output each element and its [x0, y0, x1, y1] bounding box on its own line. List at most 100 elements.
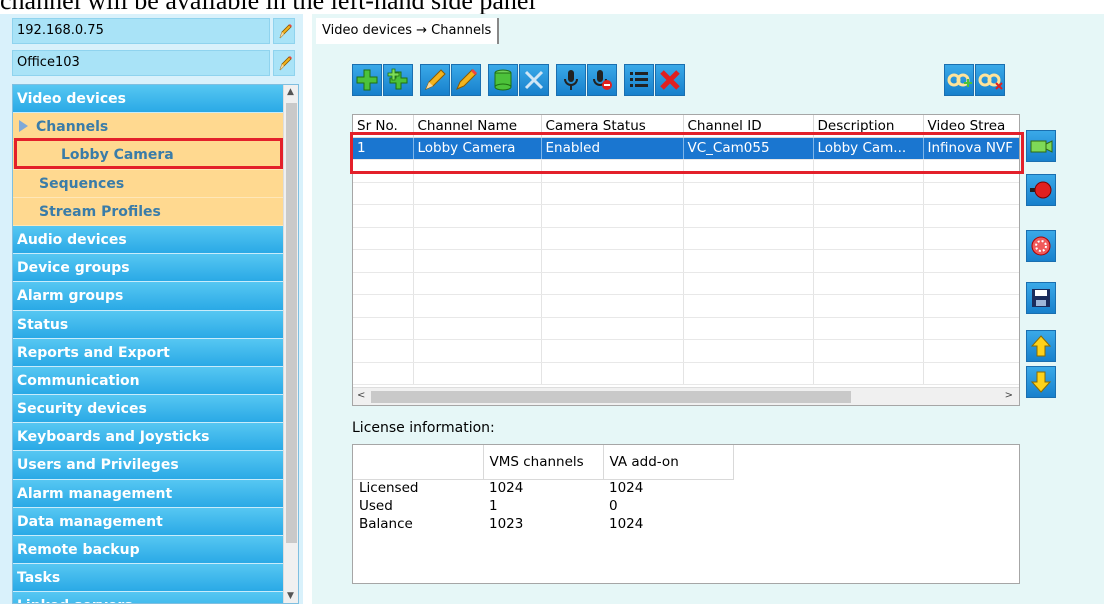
- add-button[interactable]: [352, 64, 382, 96]
- sidebar-item-linked-servers[interactable]: Linked servers: [13, 592, 284, 603]
- edit-multiple-icon: [456, 69, 477, 90]
- sidebar-item-data-management[interactable]: Data management: [13, 507, 284, 536]
- sidebar-item-users-and-privileges[interactable]: Users and Privileges: [13, 451, 284, 480]
- column-header[interactable]: Sr No.: [353, 115, 414, 138]
- table-cell[interactable]: VC_Cam055: [683, 137, 814, 160]
- table-cell[interactable]: Lobby Camera: [413, 137, 542, 160]
- sidebar-item-remote-backup[interactable]: Remote backup: [13, 536, 284, 565]
- breadcrumb-tab[interactable]: Video devices → Channels: [316, 18, 500, 44]
- server-ip-field[interactable]: 192.168.0.75: [12, 18, 270, 44]
- sidebar-item-label: Device groups: [17, 260, 130, 277]
- stop-icon: [1031, 236, 1051, 256]
- column-header[interactable]: Video Strea: [923, 115, 1019, 138]
- expand-arrow-icon[interactable]: [19, 120, 28, 133]
- database-button[interactable]: [488, 64, 518, 96]
- link-add-button[interactable]: [944, 64, 974, 96]
- sidebar-item-sequences[interactable]: Sequences: [13, 169, 284, 198]
- column-header: VMS channels: [483, 445, 604, 480]
- scroll-up-icon[interactable]: ▲: [287, 87, 294, 97]
- column-header[interactable]: Channel ID: [683, 115, 814, 138]
- sidebar-item-label: Lobby Camera: [61, 147, 174, 164]
- sidebar-item-label: Channels: [36, 119, 109, 136]
- sidebar-item-label: Alarm groups: [17, 288, 124, 305]
- sidebar-item-communication[interactable]: Communication: [13, 366, 284, 396]
- column-header: [353, 445, 484, 480]
- stop-button[interactable]: [1026, 230, 1056, 262]
- link-remove-button[interactable]: [975, 64, 1005, 96]
- column-header: VA add-on: [603, 445, 734, 480]
- column-header[interactable]: Camera Status: [541, 115, 684, 138]
- table-cell[interactable]: 1: [353, 137, 414, 160]
- table-cell: 1023: [489, 516, 524, 532]
- table-row: Licensed 1024 1024: [353, 479, 733, 497]
- microphone-button[interactable]: [556, 64, 586, 96]
- sidebar-item-label: Data management: [17, 513, 163, 530]
- navigation-tree: Video devices Channels Lobby Camera Sequenc…: [12, 84, 299, 604]
- edit-button[interactable]: [420, 64, 450, 96]
- table-cell[interactable]: Infinova NVF: [923, 137, 1019, 160]
- link-remove-icon: [978, 73, 1003, 90]
- table-cell: 1024: [609, 480, 644, 497]
- column-header[interactable]: Channel Name: [413, 115, 542, 138]
- pencil-icon: [279, 56, 292, 71]
- edit-server-button[interactable]: [273, 18, 295, 44]
- save-button[interactable]: [1026, 282, 1056, 314]
- sidebar-item-label: Video devices: [17, 91, 126, 107]
- table-cell: 0: [609, 498, 618, 514]
- tree-list: Video devices Channels Lobby Camera Sequenc…: [13, 85, 284, 603]
- delete-button[interactable]: [655, 64, 685, 96]
- main-panel: Video devices → Channels Sr No. Channel …: [312, 14, 1104, 604]
- sidebar-item-channels[interactable]: Channels: [13, 113, 284, 142]
- sidebar-item-label: Security devices: [17, 401, 147, 418]
- sidebar-item-status[interactable]: Status: [13, 310, 284, 339]
- move-down-button[interactable]: [1026, 366, 1056, 398]
- sidebar-item-label: Tasks: [17, 570, 61, 587]
- pencil-icon: [279, 24, 292, 39]
- left-panel: 192.168.0.75 Office103 Video devices Chan…: [0, 14, 303, 604]
- empty-row: [353, 227, 1019, 250]
- sidebar-item-label: Audio devices: [17, 231, 127, 248]
- microphone-disabled-button[interactable]: [587, 64, 617, 96]
- tools-button[interactable]: [519, 64, 549, 96]
- camera-link-button[interactable]: [1026, 130, 1056, 162]
- record-button[interactable]: [1026, 174, 1056, 206]
- sidebar-item-keyboards-and-joysticks[interactable]: Keyboards and Joysticks: [13, 423, 284, 452]
- scroll-thumb[interactable]: [286, 103, 297, 543]
- edit-multiple-button[interactable]: [451, 64, 481, 96]
- sidebar-item-video-devices[interactable]: Video devices: [13, 85, 284, 114]
- empty-row: [353, 249, 1019, 273]
- column-header[interactable]: Description: [813, 115, 924, 138]
- add-multiple-button[interactable]: [383, 64, 413, 96]
- table-row: Used 1 0: [353, 497, 733, 515]
- tree-scrollbar[interactable]: ▲ ▼: [283, 85, 298, 603]
- sidebar-item-alarm-groups[interactable]: Alarm groups: [13, 282, 284, 311]
- sidebar-item-device-groups[interactable]: Device groups: [13, 254, 284, 283]
- edit-site-button[interactable]: [273, 50, 295, 76]
- site-name-field[interactable]: Office103: [12, 50, 270, 76]
- sidebar-item-security-devices[interactable]: Security devices: [13, 395, 284, 424]
- sidebar-item-alarm-management[interactable]: Alarm management: [13, 479, 284, 508]
- list-button[interactable]: [624, 64, 654, 96]
- sidebar-item-audio-devices[interactable]: Audio devices: [13, 225, 284, 255]
- arrow-down-icon: [1030, 371, 1052, 393]
- table-cell[interactable]: Enabled: [541, 137, 684, 160]
- sidebar-item-tasks[interactable]: Tasks: [13, 564, 284, 593]
- scroll-thumb[interactable]: [371, 391, 851, 403]
- scroll-left-icon[interactable]: <: [357, 390, 365, 401]
- sidebar-item-label: Sequences: [39, 175, 125, 192]
- sidebar-item-reports-and-export[interactable]: Reports and Export: [13, 338, 284, 367]
- empty-row: [353, 362, 1019, 385]
- row-label: Used: [359, 498, 393, 514]
- table-row[interactable]: 1 Lobby Camera Enabled VC_Cam055 Lobby C…: [353, 137, 1019, 160]
- horizontal-scrollbar[interactable]: < >: [353, 387, 1019, 405]
- sidebar-item-stream-profiles[interactable]: Stream Profiles: [13, 197, 284, 226]
- record-icon: [1030, 181, 1052, 199]
- table-cell[interactable]: Lobby Cam...: [813, 137, 924, 160]
- sidebar-item-label: Status: [17, 316, 69, 333]
- arrow-up-icon: [1030, 335, 1052, 357]
- scroll-down-icon[interactable]: ▼: [287, 591, 294, 601]
- scroll-right-icon[interactable]: >: [1005, 390, 1013, 401]
- sidebar-item-lobby-camera[interactable]: Lobby Camera: [13, 141, 284, 170]
- save-icon: [1032, 289, 1050, 307]
- move-up-button[interactable]: [1026, 330, 1056, 362]
